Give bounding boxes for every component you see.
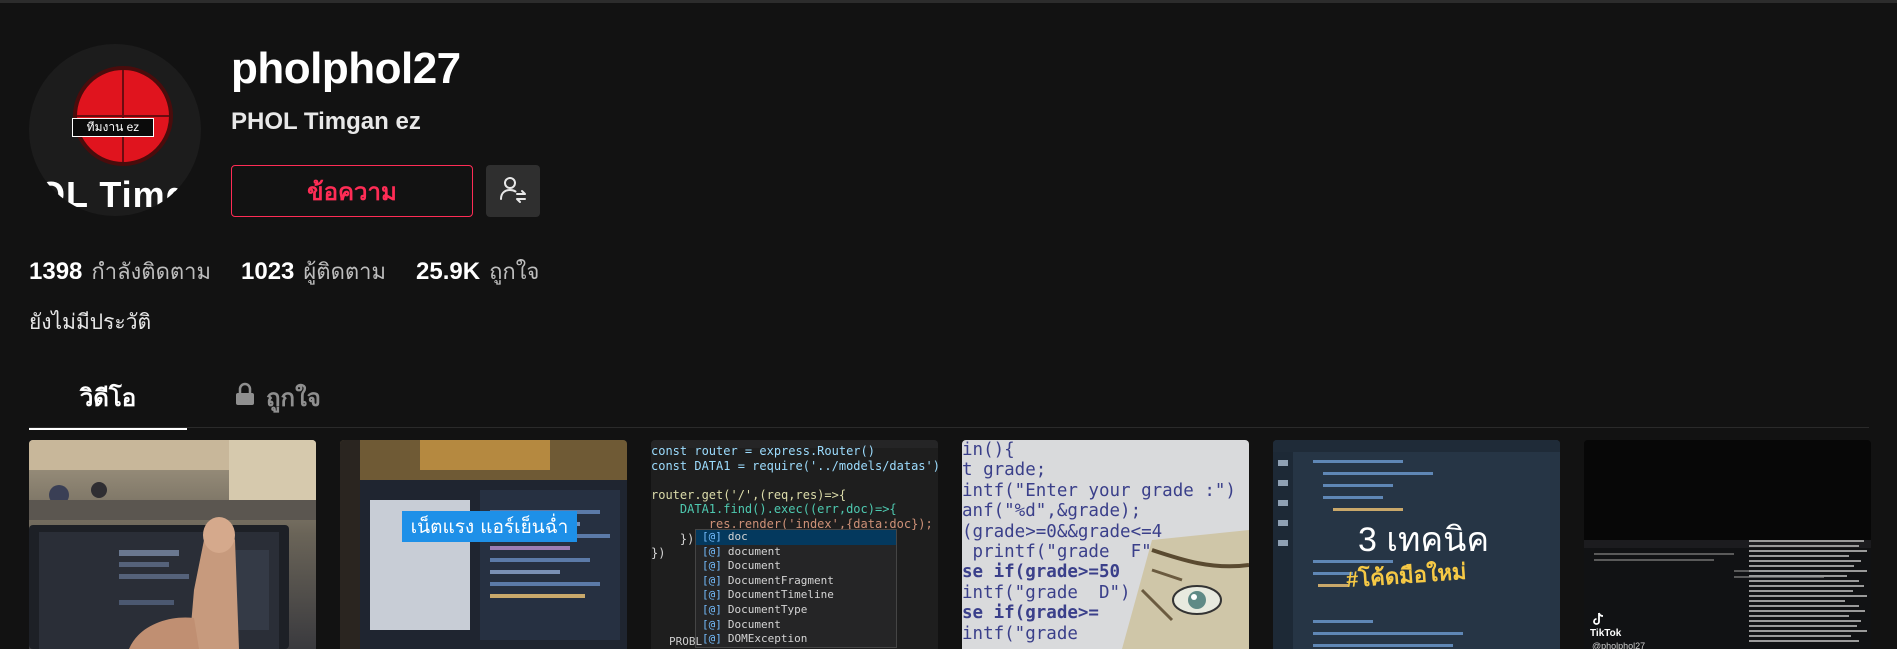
nickname: PHOL Timgan ez bbox=[231, 108, 421, 135]
variable-icon: [@] bbox=[702, 588, 722, 602]
followers-count: 1023 bbox=[241, 258, 295, 285]
autocomplete-item[interactable]: [@] DocumentFragment bbox=[696, 574, 896, 589]
avatar[interactable]: ทีมงาน ez OL Timga bbox=[29, 44, 201, 216]
video-6-terminal-bg bbox=[1584, 440, 1871, 649]
autocomplete-item[interactable]: [@] document bbox=[696, 545, 896, 560]
video-thumbnail-4[interactable]: in(){t grade; intf("Enter your grade :") a… bbox=[962, 440, 1249, 649]
code-line: anf("%d",&grade); bbox=[962, 501, 1142, 522]
variable-icon: [@] bbox=[702, 530, 722, 543]
variable-icon: [@] bbox=[702, 544, 722, 558]
autocomplete-label: DocumentTimeline bbox=[727, 588, 834, 602]
profile-tabs: วิดีโอ ถูกใจ bbox=[29, 378, 1869, 430]
user-swap-icon bbox=[498, 174, 528, 209]
stat-likes: 25.9K ถูกใจ bbox=[416, 254, 539, 289]
tiktok-brand: TikTok bbox=[1590, 628, 1622, 639]
autocomplete-label: Document bbox=[727, 617, 781, 631]
autocomplete-label: DocumentType bbox=[727, 602, 808, 616]
autocomplete-label: Document bbox=[727, 559, 781, 573]
autocomplete-popup: [@] doc [@] document [@] Document [@] DocumentF… bbox=[695, 529, 897, 648]
video-thumbnail-1[interactable] bbox=[29, 440, 316, 649]
message-button[interactable]: ข้อความ bbox=[231, 165, 473, 217]
variable-icon: [@] bbox=[702, 632, 722, 646]
stat-followers[interactable]: 1023 ผู้ติดตาม bbox=[241, 254, 386, 289]
stat-following[interactable]: 1398 กำลังติดตาม bbox=[29, 254, 211, 289]
variable-icon: [@] bbox=[702, 602, 722, 616]
autocomplete-label: document bbox=[727, 544, 781, 558]
autocomplete-label: doc bbox=[727, 530, 748, 543]
autocomplete-item[interactable]: [@] Document bbox=[696, 559, 896, 574]
code-line: const router = express.Router() bbox=[651, 444, 875, 458]
variable-icon: [@] bbox=[702, 559, 722, 573]
avatar-badge: ทีมงาน ez bbox=[72, 118, 154, 137]
following-count: 1398 bbox=[29, 258, 83, 285]
bio: ยังไม่มีประวัติ bbox=[29, 311, 152, 334]
likes-count: 25.9K bbox=[416, 258, 481, 285]
variable-icon: [@] bbox=[702, 617, 722, 631]
username: pholphol27 bbox=[231, 44, 461, 93]
code-line: t grade; bbox=[962, 460, 1047, 481]
video-thumbnail-2[interactable]: เน็ตแรง แอร์เย็นฉ่ำ bbox=[340, 440, 627, 649]
video-thumbnail-5[interactable]: 3 เทคนิค #โค้ดมือใหม่ bbox=[1273, 440, 1560, 649]
autocomplete-label: DocumentFragment bbox=[727, 573, 834, 587]
code-line: const DATA1 = require('../models/datas') bbox=[651, 458, 938, 473]
autocomplete-item[interactable]: [@] DocumentType bbox=[696, 603, 896, 618]
code-line: in(){ bbox=[962, 440, 1015, 460]
autocomplete-item[interactable]: [@] DOMException bbox=[696, 632, 896, 647]
tab-liked[interactable]: ถูกใจ bbox=[234, 378, 321, 428]
tab-videos[interactable]: วิดีโอ bbox=[29, 378, 187, 430]
tiktok-handle: @pholphol27 bbox=[1592, 641, 1646, 649]
lock-icon bbox=[234, 378, 266, 413]
autocomplete-item[interactable]: [@] DocumentTimeline bbox=[696, 588, 896, 603]
tabs-divider bbox=[29, 427, 1869, 428]
variable-icon: [@] bbox=[702, 573, 722, 587]
autocomplete-item[interactable]: [@] Document bbox=[696, 618, 896, 633]
tab-videos-label: วิดีโอ bbox=[79, 385, 137, 412]
code-line: router.get('/',(req,res)=>{ bbox=[651, 487, 847, 502]
crosshair-horizontal bbox=[77, 115, 169, 117]
video-2-caption: เน็ตแรง แอร์เย็นฉ่ำ bbox=[411, 513, 569, 538]
follow-toggle-button[interactable] bbox=[486, 165, 540, 217]
avatar-logo-circle bbox=[73, 66, 173, 166]
code-line: intf("Enter your grade :") bbox=[962, 480, 1236, 501]
likes-label: ถูกใจ bbox=[489, 259, 540, 284]
following-label: กำลังติดตาม bbox=[91, 259, 212, 284]
problems-label: PROBL bbox=[669, 635, 703, 648]
video-4-anime-face bbox=[1122, 530, 1249, 649]
avatar-text: OL Timga bbox=[37, 174, 201, 215]
tiktok-icon bbox=[1592, 612, 1606, 626]
video-thumbnail-6[interactable]: TikTok @pholphol27 bbox=[1584, 440, 1871, 649]
top-border bbox=[0, 0, 1897, 3]
tab-liked-label: ถูกใจ bbox=[266, 385, 321, 412]
autocomplete-label: DOMException bbox=[727, 632, 808, 646]
video-thumbnail-3[interactable]: const router = express.Router() const DAT… bbox=[651, 440, 938, 649]
code-line: DATA1.find().exec((err,doc)=>{ bbox=[651, 502, 897, 517]
profile-stats: 1398 กำลังติดตาม 1023 ผู้ติดตาม 25.9K ถู… bbox=[29, 254, 569, 289]
followers-label: ผู้ติดตาม bbox=[303, 259, 387, 284]
autocomplete-item[interactable]: [@] doc bbox=[696, 530, 896, 545]
